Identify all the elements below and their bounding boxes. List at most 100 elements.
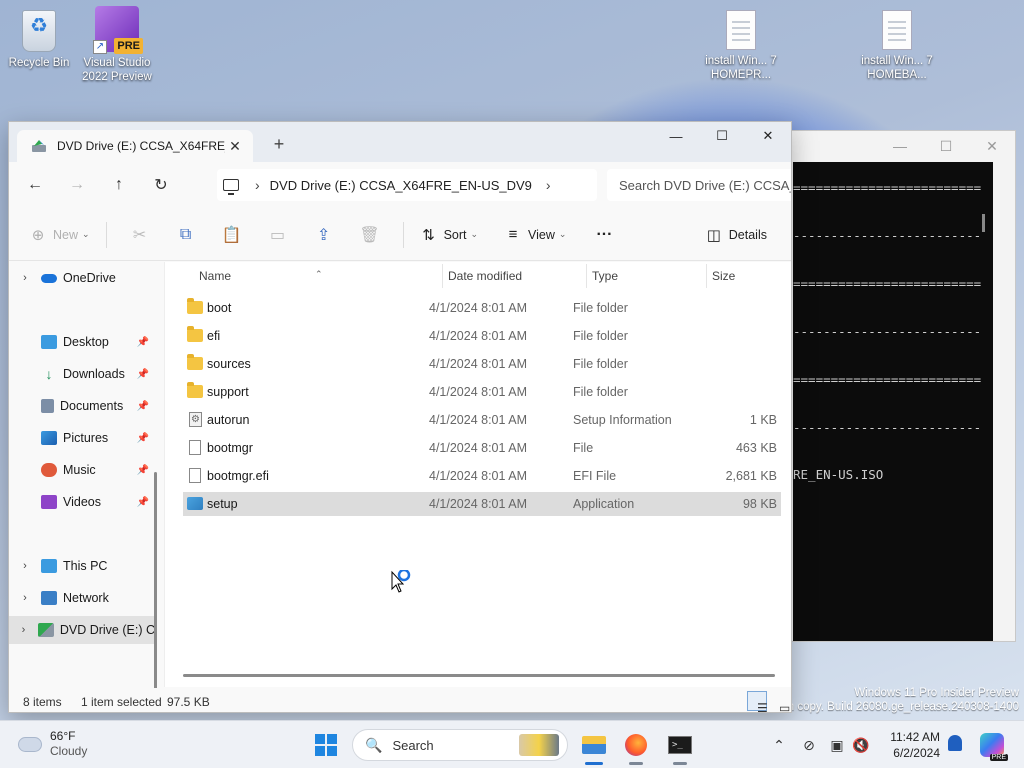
tab-close-icon[interactable]: ✕ bbox=[225, 138, 245, 155]
sidebar-item-documents[interactable]: Documents 📌 bbox=[9, 392, 155, 420]
details-view-button[interactable]: ☰ bbox=[747, 691, 768, 712]
column-date-modified[interactable]: Date modified bbox=[448, 269, 522, 283]
forward-button[interactable]: → bbox=[61, 169, 93, 201]
file-row-efi[interactable]: efi 4/1/2024 8:01 AM File folder bbox=[183, 324, 781, 348]
taskbar-firefox[interactable] bbox=[618, 729, 654, 765]
trash-icon: 🗑 bbox=[359, 226, 380, 244]
file-row-bootmgr-efi[interactable]: bootmgr.efi 4/1/2024 8:01 AM EFI File 2,… bbox=[183, 464, 781, 488]
close-button[interactable]: ✕ bbox=[745, 122, 791, 150]
pin-icon[interactable]: 📌 bbox=[137, 465, 149, 476]
sort-button[interactable]: ⇅ Sort ⌄ bbox=[414, 219, 484, 251]
sidebar-scrollbar[interactable] bbox=[154, 472, 157, 712]
column-size[interactable]: Size bbox=[712, 269, 735, 283]
taskbar-terminal[interactable]: >_ bbox=[662, 729, 698, 765]
sidebar-item-label: Desktop bbox=[63, 335, 109, 349]
file-row-setup[interactable]: setup 4/1/2024 8:01 AM Application 98 KB bbox=[183, 492, 781, 516]
breadcrumb-current[interactable]: DVD Drive (E:) CCSA_X64FRE_EN-US_DV9 bbox=[270, 178, 532, 193]
toolbar-divider bbox=[105, 221, 107, 248]
column-type[interactable]: Type bbox=[592, 269, 618, 283]
sidebar-item-label: Music bbox=[63, 463, 96, 477]
sidebar-item-pictures[interactable]: Pictures 📌 bbox=[9, 424, 155, 452]
pin-icon[interactable]: 📌 bbox=[137, 433, 149, 444]
explorer-tab[interactable]: DVD Drive (E:) CCSA_X64FRE_E ✕ bbox=[17, 130, 253, 162]
tiles-view-button[interactable]: ▭ bbox=[769, 691, 790, 712]
back-button[interactable]: ← bbox=[19, 169, 51, 201]
show-hidden-icons-chevron-icon[interactable]: ⌃ bbox=[770, 737, 788, 754]
volume-muted-icon[interactable]: 🔇 bbox=[850, 737, 872, 754]
sidebar-item-onedrive[interactable]: › OneDrive bbox=[9, 264, 155, 292]
horizontal-scrollbar[interactable] bbox=[183, 674, 775, 677]
column-header: ⌃ Name Date modified Type Size bbox=[165, 262, 791, 290]
sidebar-item-videos[interactable]: Videos 📌 bbox=[9, 488, 155, 516]
column-name[interactable]: Name bbox=[199, 269, 231, 283]
sidebar-item-this-pc[interactable]: › This PC bbox=[9, 552, 155, 580]
file-size: 1 KB bbox=[749, 413, 777, 427]
desktop-icon-install-win7-homebasic[interactable]: install Win... 7 HOMEBA... bbox=[852, 10, 942, 82]
refresh-button[interactable]: ↻ bbox=[145, 169, 177, 201]
terminal-window[interactable]: — ☐ ✕ ========================= --------… bbox=[770, 130, 1016, 642]
terminal-scrollbar[interactable] bbox=[982, 214, 985, 232]
expand-chevron-icon[interactable]: › bbox=[9, 272, 41, 284]
pin-icon[interactable]: 📌 bbox=[137, 369, 149, 380]
text-document-icon bbox=[882, 10, 912, 50]
start-button[interactable] bbox=[310, 729, 342, 761]
new-tab-button[interactable]: + bbox=[267, 132, 291, 156]
breadcrumb-chevron-icon[interactable]: › bbox=[255, 177, 260, 193]
more-options-button[interactable]: ··· bbox=[590, 219, 618, 251]
network-disconnected-icon[interactable]: ⊘ bbox=[794, 737, 824, 754]
file-row-bootmgr[interactable]: bootmgr 4/1/2024 8:01 AM File 463 KB bbox=[183, 436, 781, 460]
details-pane-button[interactable]: ◫ Details bbox=[699, 219, 773, 251]
system-clock[interactable]: 11:42 AM 6/2/2024 bbox=[880, 729, 940, 761]
paste-button[interactable]: 📋 bbox=[209, 225, 255, 245]
pin-icon[interactable]: 📌 bbox=[137, 497, 149, 508]
display-icon[interactable]: ▣ bbox=[824, 737, 850, 754]
copilot-icon[interactable]: PRE bbox=[980, 733, 1008, 761]
terminal-output[interactable]: ========================= --------------… bbox=[793, 162, 993, 641]
breadcrumb-chevron-icon[interactable]: › bbox=[546, 177, 551, 193]
address-bar[interactable]: › DVD Drive (E:) CCSA_X64FRE_EN-US_DV9 › bbox=[217, 169, 597, 201]
column-divider[interactable] bbox=[706, 264, 707, 288]
file-row-autorun[interactable]: autorun 4/1/2024 8:01 AM Setup Informati… bbox=[183, 408, 781, 432]
sidebar-item-network[interactable]: › Network bbox=[9, 584, 155, 612]
copy-button[interactable]: ⧉ bbox=[163, 226, 209, 244]
view-button[interactable]: ≡ View ⌄ bbox=[498, 219, 572, 251]
taskbar-search-box[interactable]: 🔍 Search bbox=[352, 729, 568, 761]
sidebar-item-music[interactable]: Music 📌 bbox=[9, 456, 155, 484]
weather-widget[interactable]: 66°F Cloudy bbox=[18, 729, 87, 759]
pin-icon[interactable]: 📌 bbox=[137, 401, 149, 412]
column-divider[interactable] bbox=[586, 264, 587, 288]
terminal-minimize-button[interactable]: — bbox=[877, 131, 923, 161]
terminal-maximize-button[interactable]: ☐ bbox=[923, 131, 969, 161]
expand-chevron-icon[interactable]: › bbox=[9, 624, 38, 636]
file-row-sources[interactable]: sources 4/1/2024 8:01 AM File folder bbox=[183, 352, 781, 376]
desktop-icon-visual-studio[interactable]: ↗ PRE Visual Studio 2022 Preview bbox=[72, 6, 162, 84]
file-size: 2,681 KB bbox=[725, 469, 777, 483]
expand-chevron-icon[interactable]: › bbox=[9, 592, 41, 604]
share-button[interactable]: ⇪ bbox=[301, 225, 347, 245]
sidebar-item-downloads[interactable]: ↓ Downloads 📌 bbox=[9, 360, 155, 388]
expand-chevron-icon[interactable]: › bbox=[9, 560, 41, 572]
file-row-boot[interactable]: boot 4/1/2024 8:01 AM File folder bbox=[183, 296, 781, 320]
up-button[interactable]: ↑ bbox=[103, 169, 135, 201]
file-name: setup bbox=[207, 497, 238, 511]
maximize-button[interactable]: ☐ bbox=[699, 122, 745, 150]
toolbar-divider bbox=[402, 221, 404, 248]
pin-icon[interactable]: 📌 bbox=[137, 337, 149, 348]
search-input[interactable]: Search DVD Drive (E:) CCSA_ bbox=[607, 169, 791, 201]
notification-bell-icon[interactable] bbox=[948, 735, 962, 751]
desktop-icon-install-win7-homepremium[interactable]: install Win... 7 HOMEPR... bbox=[696, 10, 786, 82]
taskbar-file-explorer[interactable] bbox=[576, 729, 612, 765]
sidebar-item-label: OneDrive bbox=[63, 271, 116, 285]
rename-button[interactable]: ▭ bbox=[255, 225, 301, 245]
terminal-close-button[interactable]: ✕ bbox=[969, 131, 1015, 161]
sidebar-item-desktop[interactable]: Desktop 📌 bbox=[9, 328, 155, 356]
column-divider[interactable] bbox=[442, 264, 443, 288]
minimize-button[interactable]: — bbox=[653, 122, 699, 150]
delete-button[interactable]: 🗑 bbox=[347, 225, 393, 245]
cut-button[interactable]: ✂ bbox=[117, 225, 163, 245]
new-button[interactable]: ⊕ New ⌄ bbox=[23, 219, 96, 251]
sidebar-item-dvd-drive[interactable]: › DVD Drive (E:) C bbox=[9, 616, 155, 644]
share-icon: ⇪ bbox=[316, 226, 331, 244]
file-type: EFI File bbox=[573, 469, 617, 483]
file-row-support[interactable]: support 4/1/2024 8:01 AM File folder bbox=[183, 380, 781, 404]
